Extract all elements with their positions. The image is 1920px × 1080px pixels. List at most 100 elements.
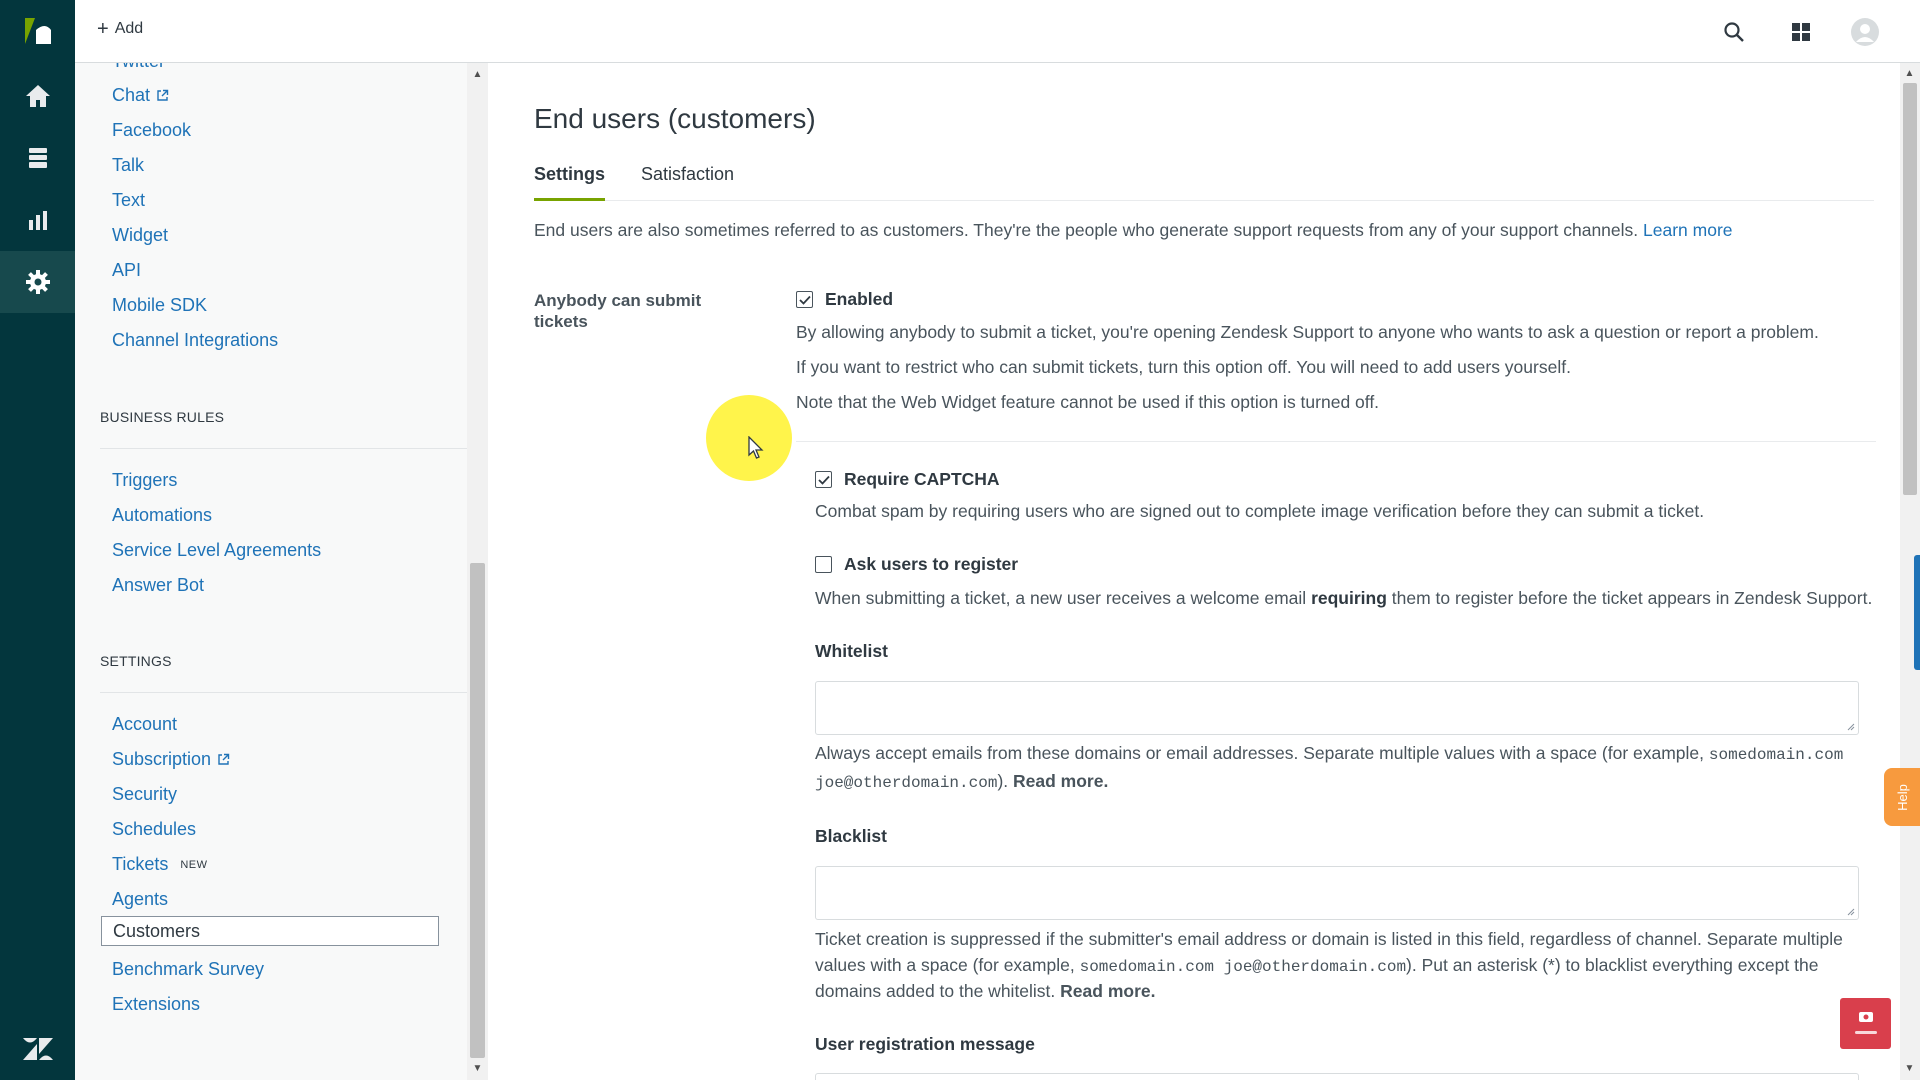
blacklist-read-more-link[interactable]: Read more. [1060, 981, 1155, 1001]
sidebar-item-widget[interactable]: Widget [112, 225, 168, 246]
register-label: Ask users to register [844, 554, 1019, 574]
help-label: Help [1894, 783, 1910, 811]
enabled-option[interactable]: Enabled [796, 289, 893, 310]
main-scroll-thumb[interactable] [1903, 83, 1917, 495]
admin-subnav: Twitter Chat Facebook Talk Text Widget A… [75, 63, 488, 1080]
add-button-label: Add [114, 20, 144, 37]
home-icon [25, 85, 50, 107]
register-option[interactable]: Ask users to register [815, 554, 1018, 575]
zendesk-logo[interactable] [0, 1018, 75, 1080]
captcha-option[interactable]: Require CAPTCHA [815, 469, 1000, 490]
blacklist-description-2: values with a space (for example, somedo… [815, 955, 1819, 976]
sidebar-item-slas[interactable]: Service Level Agreements [112, 540, 321, 561]
tab-bar: Settings Satisfaction [534, 163, 1874, 201]
sidebar-item-chat[interactable]: Chat [112, 85, 169, 106]
business-rules-heading: BUSINESS RULES [100, 409, 225, 425]
mouse-pointer-icon [748, 436, 764, 459]
captcha-description: Combat spam by requiring users who are s… [815, 501, 1705, 521]
sidebar-item-subscription[interactable]: Subscription [112, 749, 230, 770]
external-link-icon [218, 753, 230, 765]
side-panel-handle[interactable] [1914, 555, 1920, 670]
screen-recorder-widget[interactable] [1840, 998, 1891, 1049]
record-icon [1854, 1011, 1877, 1034]
captcha-checkbox[interactable] [815, 471, 832, 488]
zendesk-z-icon [22, 1038, 53, 1060]
section-divider [100, 448, 487, 449]
register-description: When submitting a ticket, a new user rec… [815, 588, 1873, 608]
zendesk-support-logo[interactable] [0, 0, 75, 62]
search-button[interactable] [1720, 18, 1748, 46]
sidebar-item-twitter[interactable]: Twitter [112, 63, 165, 72]
sidebar-item-text[interactable]: Text [112, 190, 145, 211]
sidebar-item-account[interactable]: Account [112, 714, 177, 735]
sidebar-item-triggers[interactable]: Triggers [112, 470, 177, 491]
sidebar-item-answer-bot[interactable]: Answer Bot [112, 575, 204, 596]
captcha-label: Require CAPTCHA [844, 469, 1000, 489]
whitelist-description-1: Always accept emails from these domains … [815, 743, 1844, 764]
sidebar-item-tickets[interactable]: Tickets NEW [112, 854, 208, 875]
enabled-label: Enabled [825, 289, 894, 309]
user-menu-button[interactable] [1849, 16, 1881, 48]
scroll-up-icon[interactable]: ▲ [1904, 68, 1915, 79]
resize-grip-icon[interactable] [1846, 722, 1855, 731]
help-widget-button[interactable]: Help [1884, 768, 1920, 826]
new-badge: NEW [180, 858, 208, 871]
products-button[interactable] [1787, 18, 1815, 46]
scroll-up-icon[interactable]: ▲ [472, 69, 483, 80]
plus-icon: + [97, 18, 109, 40]
intro-text: End users are also sometimes referred to… [534, 220, 1733, 240]
avatar-icon [1851, 18, 1879, 46]
anybody-can-submit-label: Anybody can submit tickets [534, 291, 702, 331]
subnav-scrollbar[interactable]: ▲ ▼ [467, 63, 488, 1080]
add-button[interactable]: + Add [97, 18, 144, 40]
sidebar-item-customers[interactable]: Customers [101, 916, 439, 946]
whitelist-read-more-link[interactable]: Read more. [1013, 771, 1108, 791]
blacklist-textarea[interactable] [815, 866, 1859, 920]
external-link-icon [157, 89, 169, 101]
blacklist-label: Blacklist [815, 826, 887, 846]
sidebar-item-mobile-sdk[interactable]: Mobile SDK [112, 295, 207, 316]
section-divider [100, 692, 487, 693]
tab-settings[interactable]: Settings [534, 163, 606, 201]
rail-admin[interactable] [0, 251, 75, 313]
whitelist-textarea[interactable] [815, 681, 1859, 735]
enabled-description-3: Note that the Web Widget feature cannot … [796, 392, 1380, 412]
checkmark-icon [817, 475, 830, 485]
whitelist-description-2: joe@otherdomain.com). Read more. [815, 771, 1109, 792]
sidebar-item-schedules[interactable]: Schedules [112, 819, 196, 840]
bar-chart-icon [28, 211, 47, 230]
rail-views[interactable] [0, 127, 75, 189]
tab-satisfaction[interactable]: Satisfaction [641, 163, 734, 201]
sidebar-item-security[interactable]: Security [112, 784, 177, 805]
resize-grip-icon[interactable] [1846, 907, 1855, 916]
sidebar-item-api[interactable]: API [112, 260, 141, 281]
option-divider [796, 441, 1876, 442]
scroll-down-icon[interactable]: ▼ [1904, 1063, 1915, 1074]
settings-heading: SETTINGS [100, 653, 172, 669]
user-registration-message-textarea[interactable] [815, 1073, 1859, 1080]
blacklist-description-3: domains added to the whitelist. Read mor… [815, 981, 1156, 1001]
main-content: End users (customers) Settings Satisfact… [488, 63, 1900, 1080]
product-rail [0, 0, 75, 1080]
checkmark-icon [798, 295, 811, 305]
sidebar-item-extensions[interactable]: Extensions [112, 994, 200, 1015]
learn-more-link[interactable]: Learn more [1643, 220, 1733, 240]
subnav-scroll-thumb[interactable] [470, 563, 485, 1058]
sidebar-item-benchmark-survey[interactable]: Benchmark Survey [112, 959, 264, 980]
search-icon [1724, 22, 1744, 42]
sidebar-item-channel-integrations[interactable]: Channel Integrations [112, 330, 278, 351]
gear-icon [25, 270, 50, 294]
rail-reporting[interactable] [0, 189, 75, 251]
rail-home[interactable] [0, 65, 75, 127]
sidebar-item-facebook[interactable]: Facebook [112, 120, 191, 141]
scroll-down-icon[interactable]: ▼ [472, 1063, 483, 1074]
blacklist-description-1: Ticket creation is suppressed if the sub… [815, 929, 1843, 949]
sidebar-item-agents[interactable]: Agents [112, 889, 168, 910]
sidebar-item-automations[interactable]: Automations [112, 505, 212, 526]
enabled-description-1: By allowing anybody to submit a ticket, … [796, 322, 1819, 342]
register-checkbox[interactable] [815, 556, 832, 573]
sidebar-item-talk[interactable]: Talk [112, 155, 144, 176]
user-registration-message-label: User registration message [815, 1034, 1035, 1054]
enabled-checkbox[interactable] [796, 291, 813, 308]
grid-icon [1792, 23, 1810, 41]
